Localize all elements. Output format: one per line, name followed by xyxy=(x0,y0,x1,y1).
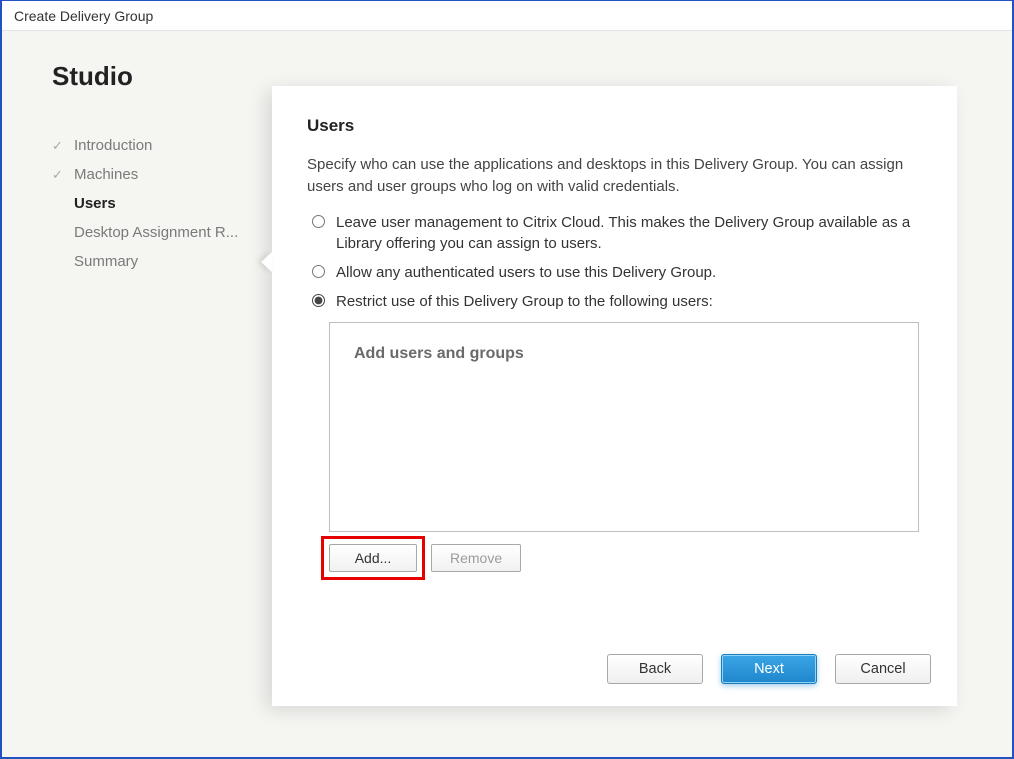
step-introduction[interactable]: ✓ Introduction xyxy=(52,137,262,154)
step-label: Machines xyxy=(74,166,138,183)
studio-title: Studio xyxy=(52,61,262,92)
step-label: Users xyxy=(74,195,116,212)
wizard-steps: ✓ Introduction ✓ Machines ✓ Users ✓ Desk… xyxy=(52,137,262,270)
radio-input[interactable] xyxy=(312,215,325,228)
step-desktop-assignment[interactable]: ✓ Desktop Assignment R... xyxy=(52,224,262,241)
step-label: Introduction xyxy=(74,137,152,154)
user-mode-radio-group: Leave user management to Citrix Cloud. T… xyxy=(307,212,922,312)
page-description: Specify who can use the applications and… xyxy=(307,154,907,198)
add-button[interactable]: Add... xyxy=(329,544,417,572)
option-citrix-cloud[interactable]: Leave user management to Citrix Cloud. T… xyxy=(307,212,922,254)
wizard-body: Studio ✓ Introduction ✓ Machines ✓ Users… xyxy=(2,31,1012,757)
step-summary[interactable]: ✓ Summary xyxy=(52,253,262,270)
next-button[interactable]: Next xyxy=(721,654,817,684)
option-restrict[interactable]: Restrict use of this Delivery Group to t… xyxy=(307,291,922,312)
step-label: Summary xyxy=(74,253,138,270)
users-box-buttons: Add... Remove xyxy=(329,544,922,572)
remove-button[interactable]: Remove xyxy=(431,544,521,572)
step-users[interactable]: ✓ Users xyxy=(52,195,262,212)
step-label: Desktop Assignment R... xyxy=(74,224,238,241)
page-heading: Users xyxy=(307,116,922,136)
cancel-button[interactable]: Cancel xyxy=(835,654,931,684)
back-button[interactable]: Back xyxy=(607,654,703,684)
radio-label: Allow any authenticated users to use thi… xyxy=(336,262,716,283)
users-box-placeholder: Add users and groups xyxy=(354,345,894,363)
window-title: Create Delivery Group xyxy=(2,1,1012,31)
radio-input[interactable] xyxy=(312,294,325,307)
radio-input[interactable] xyxy=(312,265,325,278)
users-list-box[interactable]: Add users and groups xyxy=(329,322,919,532)
radio-label: Leave user management to Citrix Cloud. T… xyxy=(336,212,922,254)
wizard-footer-buttons: Back Next Cancel xyxy=(607,654,931,684)
radio-label: Restrict use of this Delivery Group to t… xyxy=(336,291,713,312)
check-icon: ✓ xyxy=(52,138,66,154)
main-panel-wrap: Users Specify who can use the applicatio… xyxy=(272,86,957,757)
main-panel: Users Specify who can use the applicatio… xyxy=(272,86,957,706)
option-any-authenticated[interactable]: Allow any authenticated users to use thi… xyxy=(307,262,922,283)
panel-notch xyxy=(261,252,272,272)
step-machines[interactable]: ✓ Machines xyxy=(52,166,262,183)
sidebar: Studio ✓ Introduction ✓ Machines ✓ Users… xyxy=(2,31,262,757)
check-icon: ✓ xyxy=(52,167,66,183)
